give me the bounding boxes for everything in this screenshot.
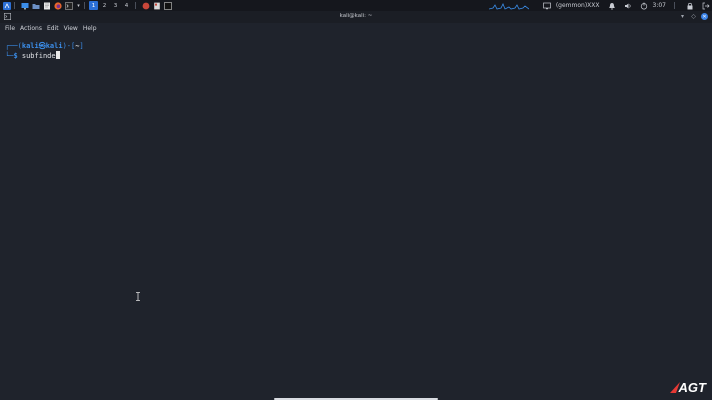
volume-icon[interactable] <box>624 2 632 10</box>
close-icon[interactable]: ✕ <box>701 13 708 20</box>
prompt-dollar: $ <box>13 52 18 60</box>
task-browser-icon[interactable] <box>142 2 150 10</box>
file-manager-icon[interactable] <box>32 2 40 10</box>
command-text[interactable]: subfinde <box>22 52 56 60</box>
menubar: File Actions Edit View Help <box>0 23 712 34</box>
prompt-user: kali㉿kali <box>21 42 63 50</box>
panel-separator <box>84 2 85 9</box>
desktop-icon[interactable] <box>21 2 29 10</box>
workspace-3[interactable]: 3 <box>111 1 120 10</box>
command-line[interactable]: └─$ subfinde <box>5 51 60 61</box>
top-panel: ▾ 1 2 3 4 (gemmon)XXX 3:07 <box>0 0 712 11</box>
window-controls: ▾ ◇ ✕ <box>679 13 708 20</box>
task-document-icon[interactable] <box>153 2 161 10</box>
watermark-logo: AGT <box>669 380 706 395</box>
panel-separator <box>674 2 675 9</box>
panel-separator <box>14 2 15 9</box>
menu-view[interactable]: View <box>64 25 78 32</box>
kali-menu-icon[interactable] <box>3 1 11 10</box>
panel-separator <box>135 2 136 9</box>
window-title: kali@kali: ~ <box>339 13 373 19</box>
network-graph-icon <box>488 2 529 10</box>
terminal-launcher-icon[interactable] <box>65 1 73 10</box>
maximize-icon[interactable]: ◇ <box>690 13 697 20</box>
notification-bell-icon[interactable] <box>608 2 616 10</box>
text-cursor <box>55 51 60 59</box>
prompt-close: )-[ <box>62 42 76 50</box>
menu-file[interactable]: File <box>5 25 15 32</box>
status-text[interactable]: (gemmon)XXX <box>556 2 600 9</box>
dropdown-icon[interactable]: ▾ <box>76 2 81 10</box>
logout-icon[interactable] <box>702 2 710 10</box>
minimize-icon[interactable]: ▾ <box>679 13 686 20</box>
screen-icon[interactable] <box>542 2 551 10</box>
panel-tray: (gemmon)XXX 3:07 <box>488 0 710 11</box>
menu-edit[interactable]: Edit <box>47 25 59 32</box>
firefox-icon[interactable] <box>54 1 62 10</box>
workspace-1[interactable]: 1 <box>89 1 98 10</box>
task-terminal-icon[interactable] <box>164 1 172 10</box>
workspace-4[interactable]: 4 <box>122 1 131 10</box>
lock-icon[interactable] <box>686 2 694 10</box>
terminal-area[interactable]: ┌──(kali㉿kali)-[~] └─$ subfinde <box>0 34 712 400</box>
prompt-line: ┌──(kali㉿kali)-[~] <box>5 42 84 51</box>
text-editor-icon[interactable] <box>43 2 51 10</box>
menu-help[interactable]: Help <box>83 25 97 32</box>
clock[interactable]: 3:07 <box>653 2 666 9</box>
ibeam-cursor-icon <box>136 292 140 301</box>
watermark-text: AGT <box>678 380 706 395</box>
workspace-2[interactable]: 2 <box>100 1 109 10</box>
menu-actions[interactable]: Actions <box>20 25 42 32</box>
prompt-open: ┌──( <box>5 42 22 50</box>
power-icon[interactable] <box>640 2 648 10</box>
prompt-end: ] <box>79 42 84 50</box>
